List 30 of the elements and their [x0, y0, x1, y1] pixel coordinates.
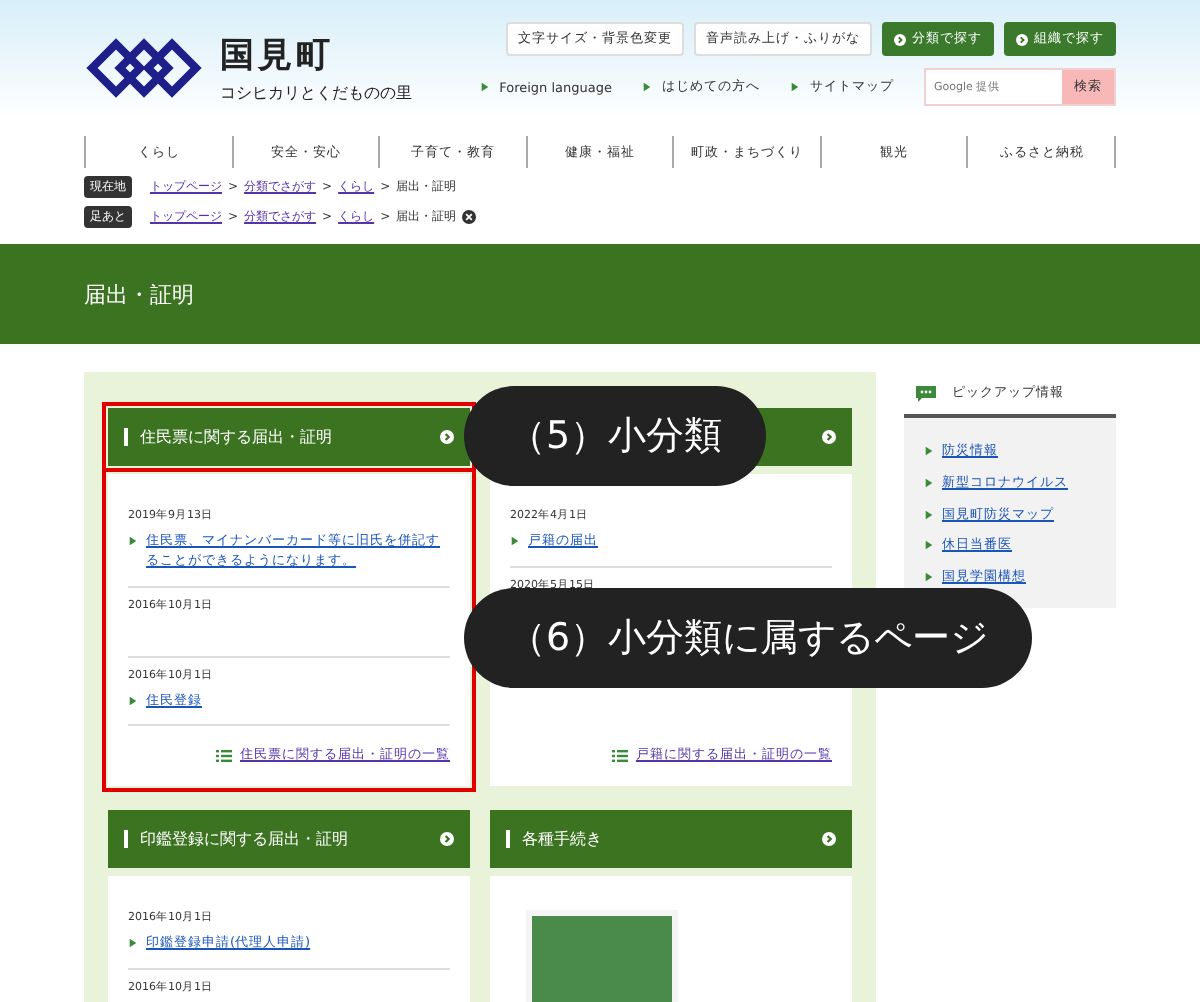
card-header[interactable]: 印鑑登録に関する届出・証明	[108, 810, 470, 868]
chevron-icon	[894, 33, 906, 45]
close-icon[interactable]	[462, 210, 477, 224]
bullet-arrow-icon	[924, 572, 934, 582]
chevron-icon	[440, 430, 454, 444]
bullet-arrow-icon	[924, 477, 934, 488]
bullet-arrow-icon	[642, 82, 652, 92]
bullet-arrow-icon	[128, 536, 138, 546]
card-header[interactable]: 各種手続き	[490, 810, 852, 868]
bullet-arrow-icon	[924, 446, 934, 456]
list-icon	[612, 750, 628, 763]
bullet-arrow-icon	[790, 82, 800, 92]
chevron-icon	[822, 832, 836, 846]
bullet-arrow-icon	[479, 82, 490, 92]
bullet-arrow-icon	[128, 695, 138, 705]
bullet-arrow-icon	[924, 509, 934, 519]
list-icon	[216, 750, 232, 763]
site-title: 国見町	[220, 34, 336, 78]
card-header[interactable]: 住民票に関する届出・証明	[108, 408, 470, 466]
bullet-arrow-icon	[128, 938, 138, 948]
chevron-icon	[440, 832, 454, 846]
page-title: 届出・証明	[84, 279, 194, 309]
chevron-icon	[1016, 33, 1028, 45]
chevron-icon	[822, 430, 836, 444]
annotation-tooltip: （6）小分類に属するページ	[464, 588, 1033, 688]
site-tagline: コシヒカリとくだものの里	[220, 82, 412, 104]
chat-icon	[916, 385, 936, 401]
bullet-arrow-icon	[510, 536, 520, 546]
annotation-tooltip: （5）小分類	[464, 386, 767, 486]
bullet-arrow-icon	[924, 540, 934, 551]
